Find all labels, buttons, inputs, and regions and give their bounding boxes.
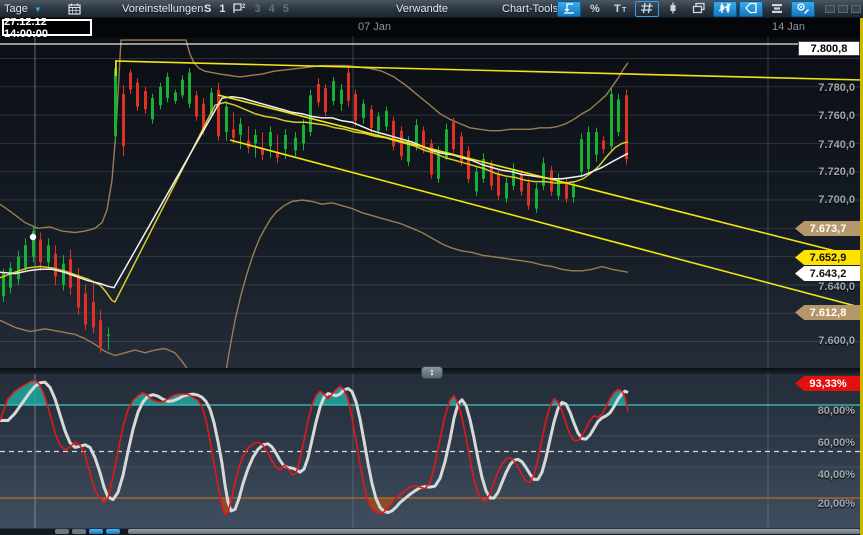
price-label: 7.780,0: [785, 82, 855, 94]
candlestick-icon: [666, 2, 680, 17]
oscillator-label: 80,00%: [785, 405, 855, 417]
timeframe-label: Tage: [4, 3, 28, 15]
layers-icon: [770, 2, 784, 17]
date-label: 07 Jan: [358, 21, 391, 33]
windows-icon: [692, 2, 706, 17]
preset-buttons: S1 2 345: [200, 0, 293, 18]
zoom-button-1[interactable]: [89, 529, 103, 534]
flag-preset-button[interactable]: 2: [233, 2, 246, 17]
chevron-down-icon: ▼: [34, 5, 42, 14]
window-controls: [822, 0, 861, 18]
oscillator-label: 20,00%: [785, 498, 855, 510]
polygon-tool-button[interactable]: [739, 1, 763, 17]
calendar-button[interactable]: [68, 0, 81, 18]
zoom-button-2[interactable]: [106, 529, 120, 534]
percent-button[interactable]: %: [583, 1, 607, 17]
percent-icon: %: [588, 2, 602, 17]
price-level-tag: 7.652,9: [795, 250, 861, 265]
oscillator-label: 60,00%: [785, 437, 855, 449]
polygon-tool-icon: [744, 2, 758, 17]
resize-down-icon: ▼: [430, 373, 435, 377]
grid-button[interactable]: [635, 1, 659, 17]
svg-text:T: T: [614, 3, 621, 14]
price-label: 7.720,0: [785, 166, 855, 178]
trading-chart-window: Tage ▼ Voreinstellungen S1 2 345 Verwandte…: [0, 0, 863, 535]
timeframe-dropdown[interactable]: Tage ▼: [4, 0, 42, 18]
chart-tool-buttons: % TT: [556, 0, 816, 18]
price-label: 7.700,0: [785, 194, 855, 206]
related-label: Verwandte: [396, 3, 448, 15]
price-level-tag: 7.673,7: [795, 221, 861, 236]
undo-icon: [562, 2, 576, 17]
text-tool-icon: TT: [613, 2, 629, 17]
windows-button[interactable]: [687, 1, 711, 17]
text-tool-button[interactable]: TT: [609, 1, 633, 17]
chart-tools-label: Chart-Tools: [502, 3, 558, 15]
minimize-window-button[interactable]: [825, 5, 835, 13]
chart-canvas[interactable]: [0, 0, 863, 535]
price-label: 7.760,0: [785, 110, 855, 122]
indicator-candles-icon: [718, 2, 732, 17]
price-label: 7.740,0: [785, 139, 855, 151]
price-level-tag: 7.643,2: [795, 266, 861, 281]
indicator-candles-button[interactable]: [713, 1, 737, 17]
panel-resize-handle[interactable]: ▲ ▼: [421, 366, 443, 379]
toolbar: Tage ▼ Voreinstellungen S1 2 345 Verwandte…: [0, 0, 863, 18]
flag-icon: 2: [233, 2, 246, 14]
svg-text:2: 2: [242, 4, 246, 10]
oscillator-value-tag: 93,33%: [795, 376, 861, 391]
preset-button-4[interactable]: 4: [269, 3, 275, 15]
maximize-window-button[interactable]: [851, 5, 861, 13]
price-label: 7.600,0: [785, 335, 855, 347]
preset-button-1[interactable]: 1: [219, 3, 225, 15]
price-level-tag: 7.612,8: [795, 305, 861, 320]
layers-button[interactable]: [765, 1, 789, 17]
oscillator-label: 40,00%: [785, 469, 855, 481]
presets-menu[interactable]: Voreinstellungen: [122, 0, 203, 18]
presets-label: Voreinstellungen: [122, 3, 203, 15]
grid-icon: [640, 2, 654, 17]
candlestick-button[interactable]: [661, 1, 685, 17]
restore-window-button[interactable]: [838, 5, 848, 13]
preset-button-3[interactable]: 3: [254, 3, 260, 15]
related-menu[interactable]: Verwandte: [396, 0, 448, 18]
crosshair-datetime: 27.12.12 14:00:00: [2, 19, 92, 36]
hline-price-box: 7.800,8: [798, 41, 860, 56]
svg-text:T: T: [622, 7, 627, 14]
svg-text:%: %: [590, 3, 600, 14]
calendar-icon: [68, 3, 81, 15]
settings-draw-icon: [796, 2, 810, 17]
price-label: 7.640,0: [785, 281, 855, 293]
scroll-button-1[interactable]: [55, 529, 69, 534]
preset-button-5[interactable]: 5: [283, 3, 289, 15]
chart-tools-label-wrap: Chart-Tools: [502, 0, 558, 18]
scrollbar-thumb[interactable]: [128, 529, 860, 534]
undo-button[interactable]: [557, 1, 581, 17]
scroll-button-2[interactable]: [72, 529, 86, 534]
date-label: 14 Jan: [772, 21, 805, 33]
preset-button-S[interactable]: S: [204, 3, 211, 15]
settings-draw-button[interactable]: [791, 1, 815, 17]
